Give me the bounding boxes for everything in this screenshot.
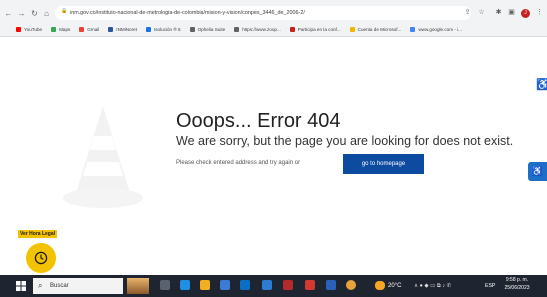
chrome-icon[interactable] xyxy=(346,280,356,290)
go-to-homepage-button[interactable]: go to homepage xyxy=(343,154,424,174)
search-placeholder[interactable]: Buscar xyxy=(50,280,69,292)
google-icon xyxy=(410,26,416,32)
back-icon[interactable]: ← xyxy=(4,9,13,18)
menu-icon[interactable]: ⋮ xyxy=(535,8,544,17)
bookmark-youtube[interactable]: YouTube xyxy=(16,26,42,32)
bookmark-maps[interactable]: Maps xyxy=(51,26,70,32)
isolucion-icon xyxy=(145,26,151,32)
word-icon[interactable] xyxy=(262,280,272,290)
clock-button[interactable] xyxy=(26,243,56,273)
search-icon: ⌕ xyxy=(38,281,43,290)
error-hint: Please check entered address and try aga… xyxy=(176,160,301,166)
extensions-icon[interactable]: ✱ xyxy=(494,8,503,17)
clock-icon xyxy=(34,251,48,265)
bookmark-gmail[interactable]: Gmail xyxy=(79,26,99,32)
accessibility-button[interactable]: ♿ xyxy=(528,162,547,181)
ophelia-icon xyxy=(189,26,195,32)
bookmark-ophelia[interactable]: Ophelia Suite xyxy=(189,26,225,32)
traffic-cone-watermark xyxy=(63,106,143,208)
maps-icon xyxy=(51,26,57,32)
sidepanel-icon[interactable]: ▣ xyxy=(507,8,516,17)
file-explorer-icon[interactable] xyxy=(200,280,210,290)
page-title: Ooops... Error 404 xyxy=(176,110,341,132)
system-tray-icons[interactable]: ∧ ● ◆ ▭ ⧉ ♪ ✆ xyxy=(414,280,451,292)
lock-icon[interactable]: 🔒 xyxy=(61,8,67,14)
taskbar-search[interactable] xyxy=(33,278,123,294)
bookmark-isolucion[interactable]: Isolución ® 5 xyxy=(145,26,181,32)
language-indicator[interactable]: ESP xyxy=(485,280,495,292)
globe-icon xyxy=(234,26,240,32)
bookmark-star-icon[interactable]: ☆ xyxy=(477,8,486,17)
weather-temp[interactable]: 20°C xyxy=(388,280,401,292)
edge-dev-icon[interactable] xyxy=(326,280,336,290)
accessibility-side-icon[interactable]: ♿ xyxy=(536,78,547,92)
bookmark-participa[interactable]: Participa en la conf... xyxy=(289,26,341,32)
youtube-icon xyxy=(16,26,21,32)
search-highlight-image[interactable] xyxy=(127,278,149,294)
task-view-icon[interactable] xyxy=(160,280,170,290)
url-text[interactable]: inm.gov.co/instituto-nacional-de-metrolo… xyxy=(70,8,400,18)
share-icon[interactable]: ⇪ xyxy=(463,8,472,17)
folder-icon xyxy=(349,26,355,32)
forward-icon[interactable]: → xyxy=(17,9,26,18)
error-message: We are sorry, but the page you are looki… xyxy=(176,134,514,148)
reload-icon[interactable]: ↻ xyxy=(30,9,39,18)
home-icon[interactable]: ⌂ xyxy=(42,9,51,18)
avatar[interactable]: J xyxy=(521,9,530,18)
windows-start-icon[interactable] xyxy=(16,281,26,291)
bookmarks-bar: YouTube Maps Gmail INMiNoret Isolución ®… xyxy=(16,24,462,34)
edge-icon[interactable] xyxy=(180,280,190,290)
bookmark-microsoft[interactable]: Cuenta de Microsof... xyxy=(349,26,401,32)
outlook-icon[interactable] xyxy=(240,280,250,290)
clock-date[interactable]: 25/06/2023 xyxy=(500,285,534,292)
gmail-icon xyxy=(79,26,85,32)
bookmark-inminoret[interactable]: INMiNoret xyxy=(108,26,137,32)
weather-icon[interactable] xyxy=(375,281,385,290)
bookmark-google[interactable]: www.google.com - i... xyxy=(410,26,462,32)
app-red-icon[interactable] xyxy=(283,280,293,290)
store-icon[interactable] xyxy=(220,280,230,290)
clock-time[interactable]: 9:58 p. m. xyxy=(500,277,534,284)
inminoret-icon xyxy=(108,26,114,32)
hora-legal-label[interactable]: Ver Hora Legal xyxy=(18,230,58,238)
participa-icon xyxy=(289,26,295,32)
bookmark-zoop[interactable]: https://www.zoop... xyxy=(234,26,281,32)
acrobat-icon[interactable] xyxy=(305,280,315,290)
